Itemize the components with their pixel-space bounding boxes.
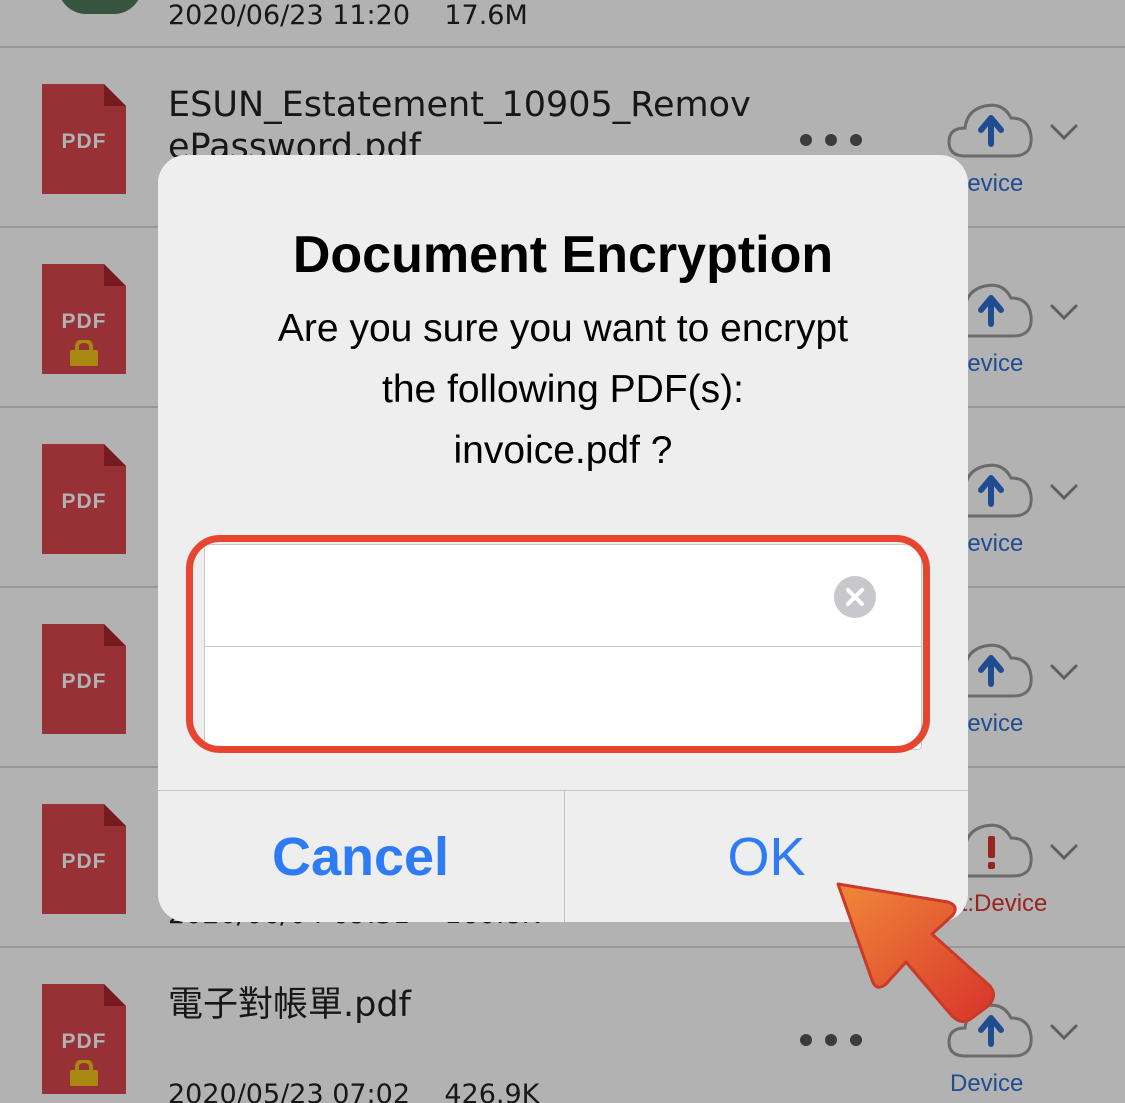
encryption-alert-dialog: Document Encryption Are you sure you wan… [158,155,968,922]
cancel-button[interactable]: Cancel [158,791,563,922]
dialog-message-line-2: the following PDF(s): [382,368,744,411]
dialog-message: Are you sure you want to encrypt the fol… [198,298,928,481]
dialog-title: Document Encryption [292,226,834,284]
pointer-arrow-icon [836,882,995,1023]
dialog-message-filename: invoice.pdf ? [453,429,673,472]
highlight-annotation-box [186,535,930,753]
dialog-message-line-1: Are you sure you want to encrypt [277,307,849,350]
